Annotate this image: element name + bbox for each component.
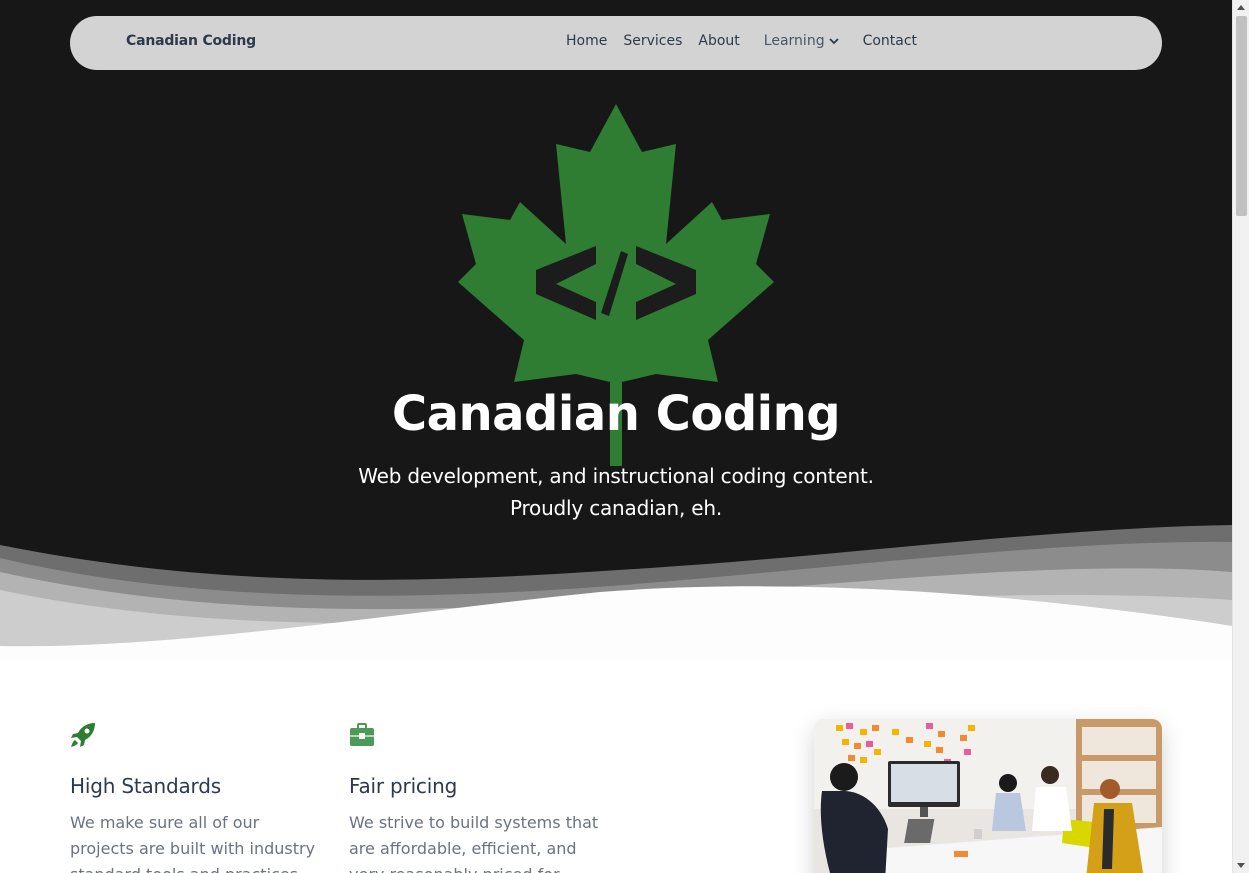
nav-link-services[interactable]: Services: [623, 33, 682, 49]
hero-subtitle-line1: Web development, and instructional codin…: [358, 464, 874, 488]
hero-waves: [0, 525, 1232, 660]
scroll-down-arrow-icon[interactable]: [1237, 863, 1245, 869]
brand-link[interactable]: Canadian Coding: [126, 33, 256, 49]
page: Canadian Coding Web development, and ins…: [0, 0, 1232, 873]
nav-link-contact[interactable]: Contact: [863, 33, 917, 49]
feature-title: High Standards: [70, 774, 221, 798]
hero-subtitle-line2: Proudly canadian, eh.: [509, 496, 723, 520]
nav-link-about[interactable]: About: [698, 33, 739, 49]
nav-dropdown-label: Learning: [763, 33, 825, 49]
feature-card-fair-pricing: Fair pricing We strive to build systems …: [349, 722, 599, 873]
hero-title: Canadian Coding: [391, 386, 841, 442]
navbar: Canadian Coding Home Services About Lear…: [70, 16, 1162, 70]
nav-links: Home Services About Learning Contact: [566, 33, 933, 49]
hero-section: Canadian Coding Web development, and ins…: [0, 0, 1232, 660]
feature-title: Fair pricing: [349, 774, 458, 798]
nav-dropdown-learning[interactable]: Learning: [764, 33, 839, 49]
briefcase-icon: [350, 723, 374, 746]
vertical-scrollbar[interactable]: [1232, 0, 1249, 873]
chevron-down-icon: [828, 38, 839, 45]
scrollbar-thumb[interactable]: [1236, 16, 1247, 216]
feature-text: We make sure all of our projects are bui…: [70, 813, 316, 873]
nav-link-home[interactable]: Home: [566, 33, 607, 49]
feature-card-high-standards: High Standards We make sure all of our p…: [70, 722, 320, 873]
feature-text: We strive to build systems that are affo…: [349, 813, 599, 873]
scroll-up-arrow-icon[interactable]: [1237, 4, 1245, 10]
team-meeting-photo: [814, 719, 1162, 873]
rocket-icon: [71, 723, 95, 747]
